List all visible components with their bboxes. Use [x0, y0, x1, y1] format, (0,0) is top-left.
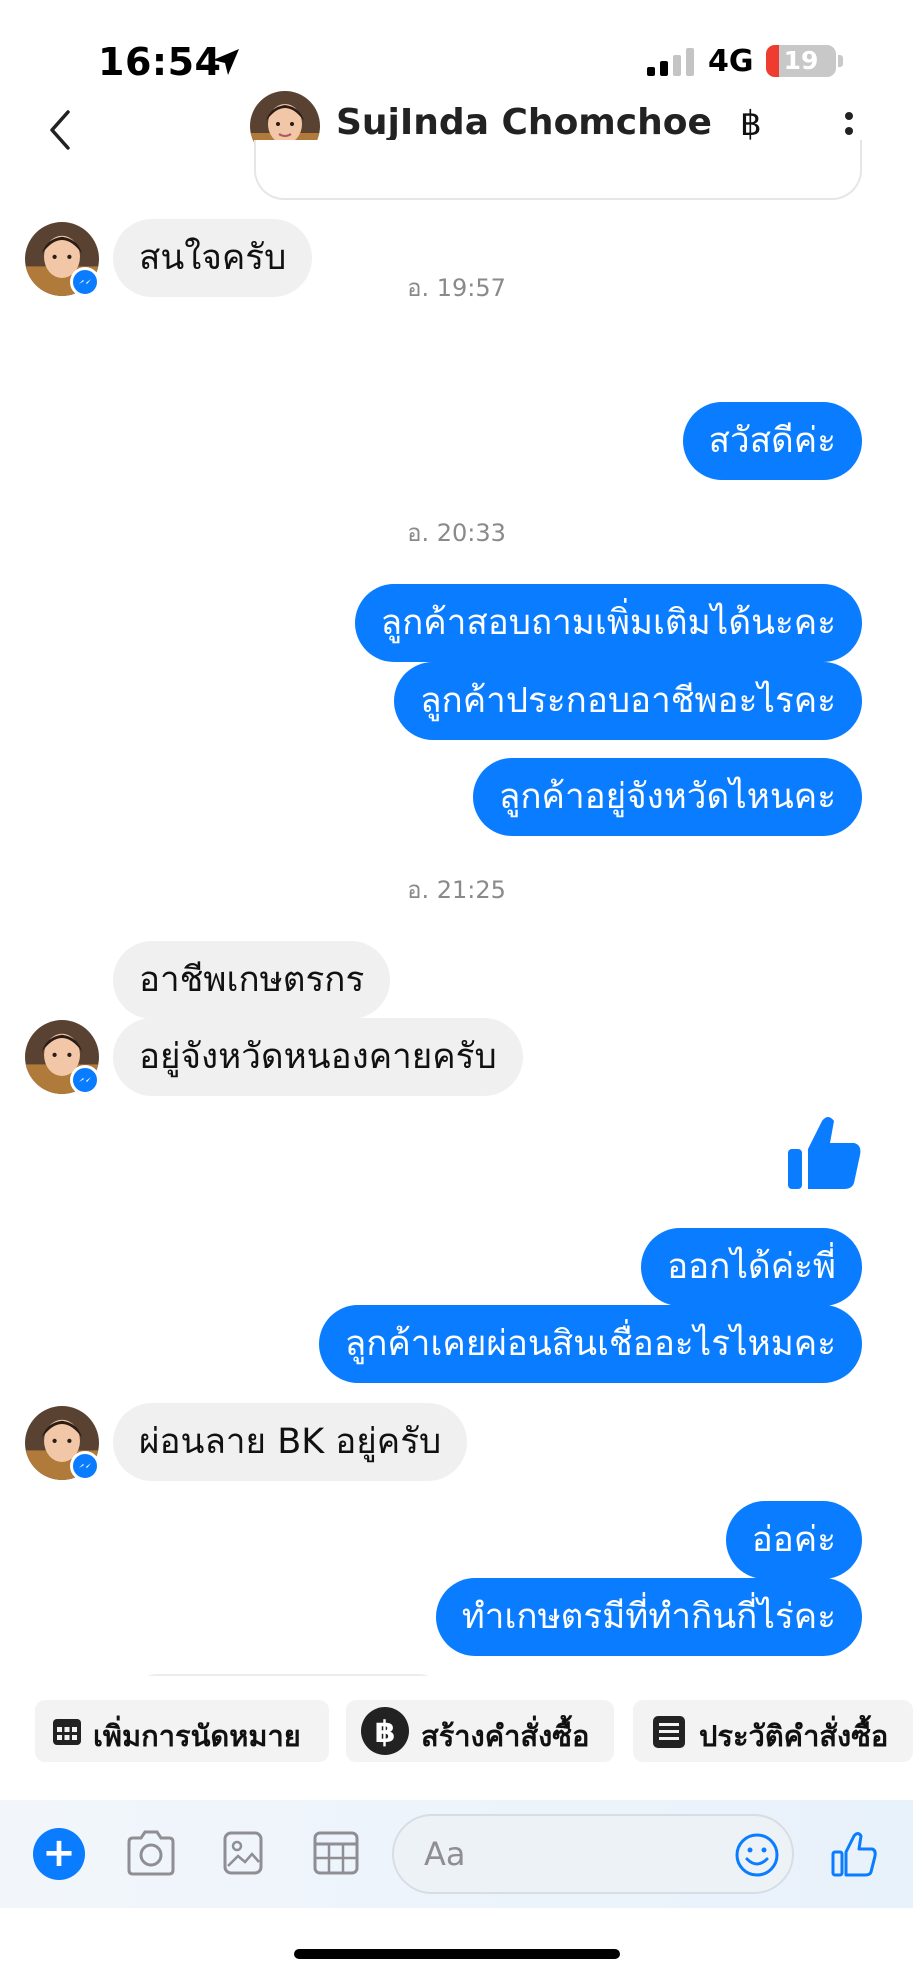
- chevron-left-icon[interactable]: [46, 108, 76, 152]
- outgoing-message[interactable]: ลูกค้าอยู่จังหวัดไหนคะ: [472, 758, 862, 836]
- message-timestamp: อ. 21:25: [407, 876, 506, 904]
- message-timestamp: อ. 20:33: [407, 519, 506, 547]
- emoji-icon[interactable]: [734, 1832, 780, 1878]
- message-composer: + Aa: [0, 1800, 913, 1908]
- home-indicator[interactable]: [294, 1949, 620, 1959]
- incoming-message[interactable]: อาชีพเกษตรกร: [113, 941, 391, 1019]
- image-icon[interactable]: [222, 1830, 264, 1876]
- outgoing-message[interactable]: ลูกค้าประกอบอาชีพอะไรคะ: [394, 662, 862, 740]
- location-arrow-icon: [213, 49, 239, 75]
- messenger-badge-icon: [70, 1065, 100, 1095]
- quick-actions-bar: เพิ่มการนัดหมาย ฿ สร้างคำสั่งซื้อ ประวัต…: [0, 1686, 913, 1772]
- baht-icon[interactable]: ฿: [740, 104, 762, 144]
- thumbs-up-icon[interactable]: [830, 1830, 878, 1878]
- status-bar: 16:54 4G 19: [0, 0, 913, 100]
- baht-circle-icon: ฿: [361, 1707, 409, 1755]
- outgoing-message[interactable]: ออกได้ค่ะพี่: [641, 1228, 862, 1306]
- calendar-grid-icon: [53, 1719, 81, 1745]
- incoming-message[interactable]: ผ่อนลาย BK อยู่ครับ: [113, 1403, 468, 1481]
- incoming-message[interactable]: อยู่จังหวัดหนองคายครับ: [113, 1018, 523, 1096]
- create-order-label: สร้างคำสั่งซื้อ: [421, 1719, 590, 1753]
- message-input-placeholder: Aa: [424, 1835, 466, 1873]
- status-time: 16:54: [98, 40, 222, 84]
- battery-icon: 19: [766, 45, 836, 77]
- camera-icon[interactable]: [125, 1830, 177, 1876]
- order-history-button[interactable]: ประวัติคำสั่งซื้อ: [633, 1700, 913, 1762]
- cellular-signal-icon: [647, 48, 694, 76]
- message-input[interactable]: Aa: [392, 1814, 794, 1894]
- outgoing-message[interactable]: ลูกค้าเคยผ่อนสินเชื่ออะไรไหมคะ: [318, 1305, 862, 1383]
- thumbs-up-icon[interactable]: [784, 1113, 862, 1193]
- network-type: 4G: [708, 44, 754, 79]
- calendar-grid-icon[interactable]: [312, 1830, 360, 1876]
- outgoing-message[interactable]: อ่อค่ะ: [725, 1501, 862, 1579]
- next-message-edge: [128, 1674, 448, 1676]
- outgoing-message[interactable]: ลูกค้าสอบถามเพิ่มเติมได้นะคะ: [354, 584, 862, 662]
- order-history-label: ประวัติคำสั่งซื้อ: [699, 1719, 889, 1753]
- svg-text:฿: ฿: [375, 1715, 396, 1750]
- battery-nub: [838, 55, 843, 67]
- create-order-button[interactable]: ฿ สร้างคำสั่งซื้อ: [346, 1700, 614, 1762]
- contact-name[interactable]: SujInda Chomchoe: [336, 102, 712, 143]
- message-timestamp: อ. 19:57: [407, 274, 506, 302]
- add-appointment-label: เพิ่มการนัดหมาย: [93, 1719, 301, 1753]
- message-list[interactable]: สนใจครับ อ. 19:57 สวัสดีค่ะ อ. 20:33 ลูก…: [0, 176, 913, 1676]
- outgoing-message[interactable]: สวัสดีค่ะ: [682, 402, 862, 480]
- battery-percentage: 19: [783, 46, 819, 75]
- add-appointment-button[interactable]: เพิ่มการนัดหมาย: [35, 1700, 329, 1762]
- messenger-badge-icon: [70, 1451, 100, 1481]
- outgoing-message[interactable]: ทำเกษตรมีที่ทำกินกี่ไร่คะ: [435, 1578, 862, 1656]
- receipt-list-icon: [653, 1716, 685, 1748]
- plus-icon[interactable]: +: [33, 1828, 85, 1880]
